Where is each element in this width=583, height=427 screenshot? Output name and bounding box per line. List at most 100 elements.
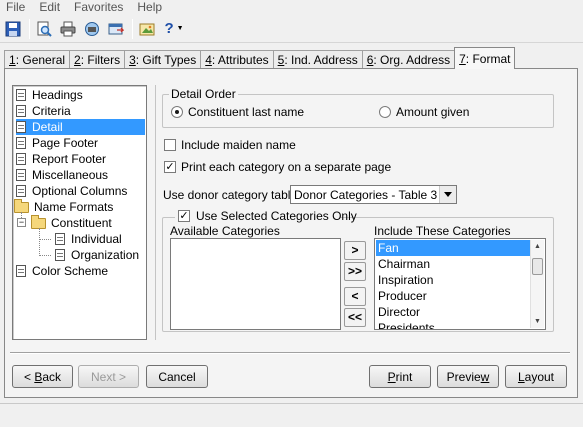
export-icon: [108, 23, 124, 34]
donor-category-table-label: Use donor category table:: [163, 188, 301, 202]
document-icon: [55, 233, 65, 245]
collapse-icon[interactable]: −: [17, 218, 26, 227]
tab-gift-types[interactable]: 3: Gift Types: [124, 50, 202, 69]
list-item[interactable]: Inspiration: [376, 272, 433, 288]
scroll-up-icon[interactable]: ▲: [531, 240, 544, 253]
save-icon: [5, 21, 21, 36]
tree-item-label: Page Footer: [32, 135, 99, 150]
tree-item-organization[interactable]: Organization: [55, 247, 141, 263]
tab-general[interactable]: 1: General: [4, 50, 71, 69]
tab-attributes[interactable]: 4: Attributes: [200, 50, 274, 69]
detail-order-title: Detail Order: [169, 87, 238, 101]
tree-item-criteria[interactable]: Criteria: [16, 103, 73, 119]
connect-icon: [85, 21, 99, 36]
tab-attributes-label: : Attributes: [211, 53, 269, 67]
tree-item-page-footer[interactable]: Page Footer: [16, 135, 100, 151]
print-button[interactable]: [57, 18, 79, 40]
tab-general-key: 1: [9, 53, 16, 67]
document-icon: [55, 249, 65, 261]
chevron-down-icon: [444, 192, 452, 197]
add-all-categories-button[interactable]: >>: [344, 262, 366, 281]
tree-item-miscellaneous[interactable]: Miscellaneous: [16, 167, 110, 183]
dropdown-arrow-button[interactable]: [439, 186, 456, 203]
print-icon: [60, 21, 76, 36]
cancel-button[interactable]: Cancel: [146, 365, 208, 388]
tree-item-label: Criteria: [32, 103, 71, 118]
toolbar-separator: [29, 18, 30, 39]
use-selected-categories-checkbox[interactable]: ✓: [178, 210, 190, 222]
scroll-thumb[interactable]: [532, 258, 543, 275]
print-preview-button[interactable]: [33, 18, 55, 40]
tab-attributes-key: 4: [205, 53, 212, 67]
menu-favorites[interactable]: Favorites: [68, 0, 131, 14]
include-list-scrollbar[interactable]: ▲ ▼: [530, 240, 544, 328]
status-bar: [0, 403, 583, 427]
include-maiden-name-label: Include maiden name: [181, 138, 296, 152]
image-button[interactable]: [136, 18, 158, 40]
tab-ind-address[interactable]: 5: Ind. Address: [272, 50, 363, 69]
constituent-last-name-radio[interactable]: [171, 106, 183, 118]
print-each-category-checkbox[interactable]: ✓: [164, 161, 176, 173]
tab-org-address[interactable]: 6: Org. Address: [361, 50, 456, 69]
tree-item-label: Miscellaneous: [32, 167, 109, 182]
image-icon: [139, 23, 155, 35]
include-categories-list[interactable]: Fan Chairman Inspiration Producer Direct…: [374, 238, 546, 330]
list-item[interactable]: Producer: [376, 288, 427, 304]
help-button[interactable]: ? ▼: [160, 18, 188, 40]
layout-button[interactable]: Layout: [505, 365, 567, 388]
format-tree[interactable]: Headings Criteria Detail Page Footer Rep…: [12, 85, 147, 340]
donor-category-table-select[interactable]: Donor Categories - Table 3: [290, 185, 457, 204]
tab-ind-address-key: 5: [277, 53, 285, 67]
connect-button[interactable]: [81, 18, 103, 40]
tree-connector: [39, 255, 51, 256]
list-item[interactable]: Presidents: [376, 320, 435, 329]
menu-bar: File Edit Favorites Help: [0, 0, 583, 14]
include-categories-label: Include These Categories: [374, 224, 511, 238]
back-button[interactable]: < Back: [12, 365, 73, 388]
menu-help[interactable]: Help: [131, 0, 170, 14]
tree-item-label: Optional Columns: [32, 183, 128, 198]
list-item[interactable]: Chairman: [376, 256, 430, 272]
print-label-key: P: [387, 369, 396, 384]
scroll-down-icon[interactable]: ▼: [531, 315, 544, 328]
tree-item-detail[interactable]: Detail: [16, 119, 145, 135]
back-label-prefix: <: [23, 369, 35, 384]
tree-item-name-formats[interactable]: Name Formats: [14, 198, 115, 215]
tree-connector: [39, 239, 51, 240]
menu-edit[interactable]: Edit: [33, 0, 68, 14]
tree-item-individual[interactable]: Individual: [55, 231, 124, 247]
remove-all-categories-button[interactable]: <<: [344, 308, 366, 327]
save-button[interactable]: [2, 18, 24, 40]
preview-button[interactable]: Previe w: [437, 365, 499, 388]
export-button[interactable]: [105, 18, 127, 40]
layout-label-rest: ayout: [524, 369, 555, 384]
tab-format[interactable]: 7: Format: [454, 47, 516, 69]
tab-format-key: 7: [459, 51, 466, 66]
tree-item-report-footer[interactable]: Report Footer: [16, 151, 108, 167]
available-categories-label: Available Categories: [170, 224, 280, 238]
add-category-button[interactable]: >: [344, 241, 366, 260]
print-report-button[interactable]: Print: [369, 365, 431, 388]
tree-item-color-scheme[interactable]: Color Scheme: [16, 263, 110, 279]
tab-filters[interactable]: 2: Filters: [69, 50, 126, 69]
tree-item-constituent[interactable]: Constituent: [31, 214, 114, 231]
toolbar-separator: [132, 18, 133, 39]
include-maiden-name-checkbox[interactable]: [164, 139, 176, 151]
document-icon: [16, 105, 26, 117]
tab-filters-label: : Filters: [80, 53, 121, 67]
list-item[interactable]: Fan: [376, 240, 530, 256]
tree-item-headings[interactable]: Headings: [16, 87, 85, 103]
amount-given-radio[interactable]: [379, 106, 391, 118]
remove-category-button[interactable]: <: [344, 287, 366, 306]
menu-file[interactable]: File: [0, 0, 33, 14]
tree-connector: [39, 228, 40, 256]
tree-item-label: Detail: [30, 119, 65, 135]
available-categories-list[interactable]: [170, 238, 341, 330]
next-button[interactable]: Next >: [78, 365, 139, 388]
donor-category-table-value: Donor Categories - Table 3: [294, 188, 438, 202]
back-label-rest: ack: [42, 369, 62, 384]
tree-item-optional-columns[interactable]: Optional Columns: [16, 183, 129, 199]
chevron-down-icon: ▼: [176, 25, 184, 32]
list-item[interactable]: Director: [376, 304, 420, 320]
back-label-key: B: [34, 369, 43, 384]
